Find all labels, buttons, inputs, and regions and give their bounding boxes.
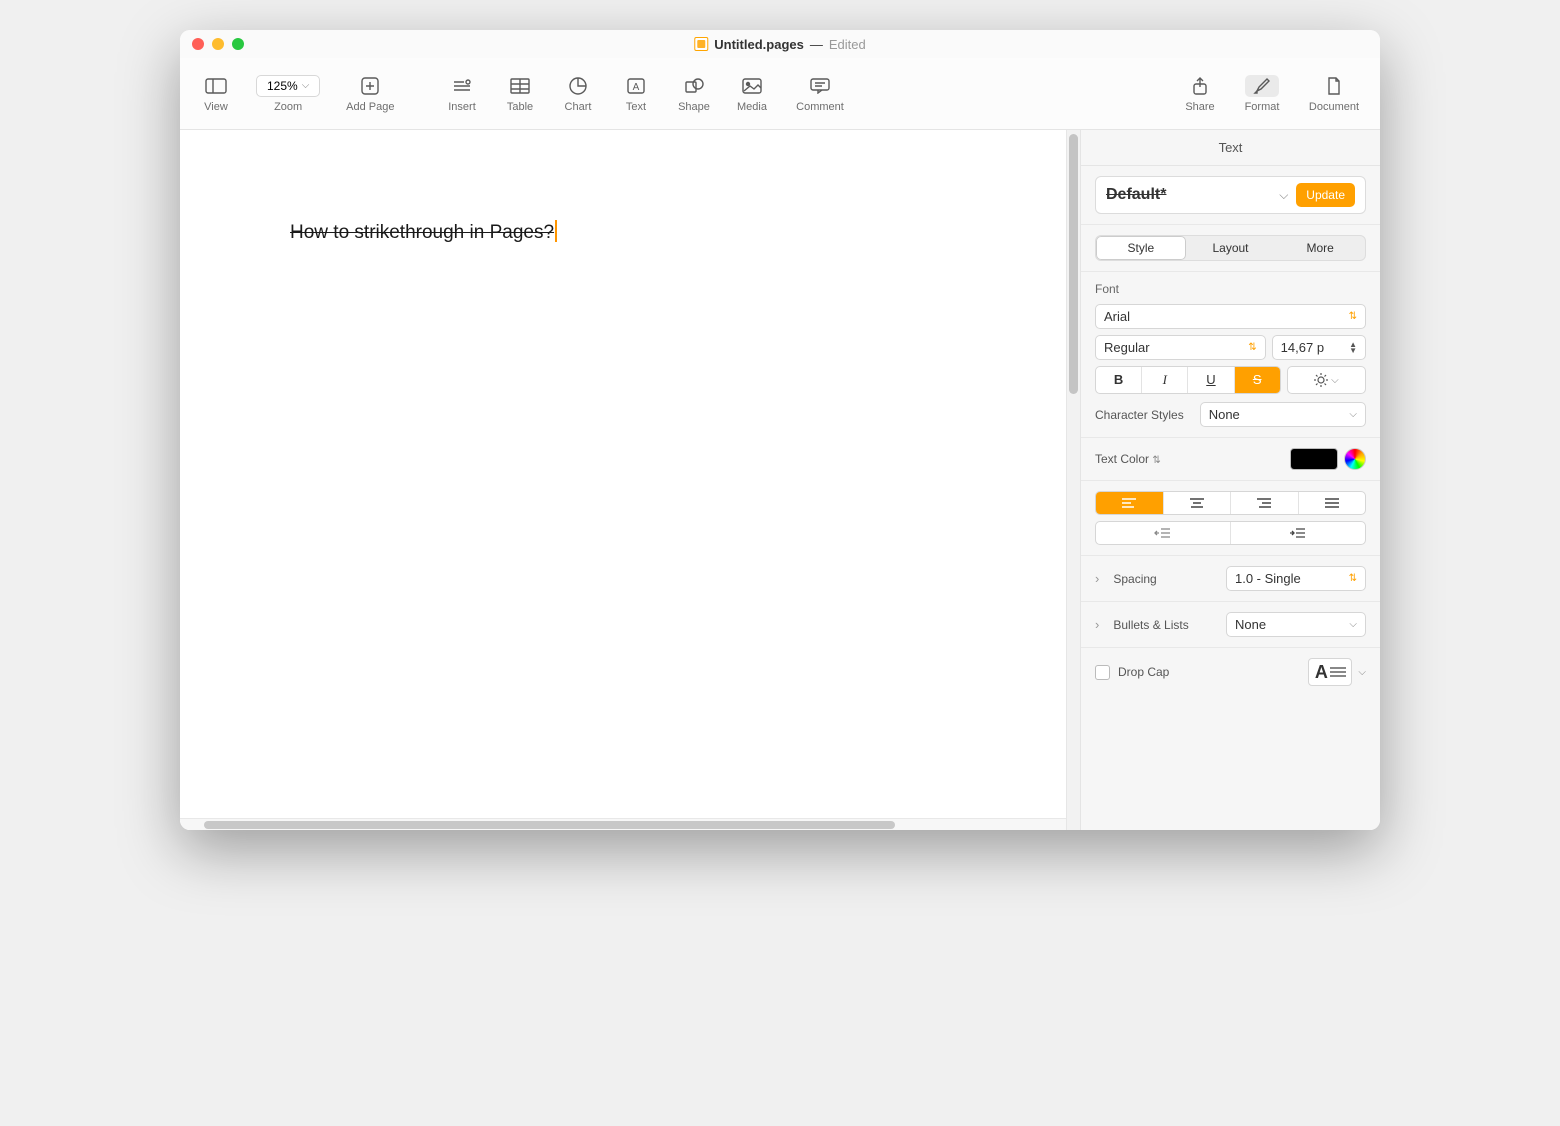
insert-button[interactable]: Insert (440, 75, 484, 113)
align-left-button[interactable] (1096, 492, 1164, 514)
align-right-button[interactable] (1231, 492, 1299, 514)
chevron-down-icon: ⌵ (1279, 188, 1288, 203)
paintbrush-icon (1245, 75, 1279, 97)
share-button[interactable]: Share (1178, 75, 1222, 113)
window-controls (192, 38, 244, 50)
zoom-value[interactable]: 125% ⌵ (256, 75, 320, 97)
expand-icon[interactable]: › (1095, 617, 1099, 632)
document-button[interactable]: Document (1302, 75, 1366, 113)
dropcap-style-select[interactable]: A (1308, 658, 1352, 686)
stepper-icon: ⇅ (1349, 311, 1357, 322)
document-settings-icon (1317, 75, 1351, 97)
vertical-scrollbar[interactable] (1066, 130, 1080, 830)
char-styles-label: Character Styles (1095, 408, 1184, 422)
chevron-down-icon: ⌵ (1349, 619, 1357, 630)
chart-button[interactable]: Chart (556, 75, 600, 113)
text-color-label[interactable]: Text Color ⇅ (1095, 452, 1161, 466)
strikethrough-button[interactable]: S (1235, 367, 1280, 393)
outdent-button[interactable] (1096, 522, 1231, 544)
media-button[interactable]: Media (730, 75, 774, 113)
close-icon[interactable] (192, 38, 204, 50)
char-styles-select[interactable]: None ⌵ (1200, 402, 1366, 427)
text-cursor (555, 220, 557, 242)
share-icon (1183, 75, 1217, 97)
media-icon (735, 75, 769, 97)
shape-icon (677, 75, 711, 97)
chevron-down-icon: ⌵ (1331, 375, 1339, 386)
indent-button[interactable] (1231, 522, 1365, 544)
sidebar-icon (199, 75, 233, 97)
window-title: Untitled.pages — Edited (694, 37, 865, 52)
zoom-button[interactable]: 125% ⌵ Zoom (256, 75, 320, 113)
format-inspector: Text Default* ⌵ Update Style Layout More… (1080, 130, 1380, 830)
text-button[interactable]: A Text (614, 75, 658, 113)
spacing-select[interactable]: 1.0 - Single ⇅ (1226, 566, 1366, 591)
italic-button[interactable]: I (1142, 367, 1188, 393)
dropcap-checkbox[interactable] (1095, 665, 1110, 680)
font-section-title: Font (1095, 282, 1366, 296)
tab-style[interactable]: Style (1096, 236, 1186, 260)
bullets-label[interactable]: Bullets & Lists (1113, 618, 1218, 632)
stepper-icon: ⇅ (1349, 573, 1357, 584)
svg-text:A: A (633, 82, 640, 93)
stepper-icon[interactable]: ▲▼ (1349, 342, 1357, 354)
text-icon: A (619, 75, 653, 97)
text-color-swatch[interactable] (1290, 448, 1338, 470)
filename: Untitled.pages (714, 37, 804, 52)
table-button[interactable]: Table (498, 75, 542, 113)
spacing-label[interactable]: Spacing (1113, 572, 1218, 586)
font-family-select[interactable]: Arial ⇅ (1095, 304, 1366, 329)
tab-more[interactable]: More (1275, 236, 1365, 260)
comment-icon (803, 75, 837, 97)
advanced-options-button[interactable]: ⌵ (1287, 366, 1366, 394)
add-page-button[interactable]: Add Page (338, 75, 402, 113)
paragraph-style-selector[interactable]: Default* ⌵ Update (1095, 176, 1366, 214)
document-text: How to strikethrough in Pages? (290, 222, 554, 243)
horizontal-align-buttons (1095, 491, 1366, 515)
bullets-select[interactable]: None ⌵ (1226, 612, 1366, 637)
chart-icon (561, 75, 595, 97)
shape-button[interactable]: Shape (672, 75, 716, 113)
scrollbar-thumb[interactable] (1069, 134, 1078, 394)
document-icon (694, 37, 708, 51)
color-picker-icon[interactable] (1344, 448, 1366, 470)
font-size-field[interactable]: 14,67 p ▲▼ (1272, 335, 1366, 360)
toolbar: View 125% ⌵ Zoom Add Page Insert (180, 58, 1380, 130)
stepper-icon: ⇅ (1152, 455, 1160, 466)
align-justify-button[interactable] (1299, 492, 1366, 514)
edited-status: Edited (829, 37, 866, 52)
insert-icon (445, 75, 479, 97)
align-center-button[interactable] (1164, 492, 1232, 514)
indent-buttons (1095, 521, 1366, 545)
app-window: Untitled.pages — Edited View 125% ⌵ Zoom (180, 30, 1380, 830)
minimize-icon[interactable] (212, 38, 224, 50)
format-button[interactable]: Format (1240, 75, 1284, 113)
comment-button[interactable]: Comment (788, 75, 852, 113)
inspector-title: Text (1081, 130, 1380, 166)
fullscreen-icon[interactable] (232, 38, 244, 50)
plus-icon (353, 75, 387, 97)
font-weight-select[interactable]: Regular ⇅ (1095, 335, 1266, 360)
paragraph-style-name: Default* (1106, 186, 1271, 204)
inspector-tabs: Style Layout More (1095, 235, 1366, 261)
chevron-down-icon: ⌵ (1349, 409, 1357, 420)
chevron-down-icon: ⌵ (1358, 667, 1366, 678)
underline-button[interactable]: U (1188, 367, 1234, 393)
stepper-icon: ⇅ (1248, 342, 1256, 353)
document-canvas[interactable]: How to strikethrough in Pages? (180, 130, 1066, 830)
expand-icon[interactable]: › (1095, 571, 1099, 586)
update-style-button[interactable]: Update (1296, 183, 1355, 207)
tab-layout[interactable]: Layout (1186, 236, 1276, 260)
table-icon (503, 75, 537, 97)
horizontal-scrollbar[interactable] (180, 818, 1066, 830)
chevron-down-icon: ⌵ (302, 80, 310, 91)
titlebar: Untitled.pages — Edited (180, 30, 1380, 58)
dropcap-label: Drop Cap (1118, 665, 1169, 679)
bold-button[interactable]: B (1096, 367, 1142, 393)
scrollbar-thumb[interactable] (204, 821, 895, 829)
text-style-buttons: B I U S (1095, 366, 1281, 394)
gear-icon (1314, 373, 1328, 387)
view-button[interactable]: View (194, 75, 238, 113)
